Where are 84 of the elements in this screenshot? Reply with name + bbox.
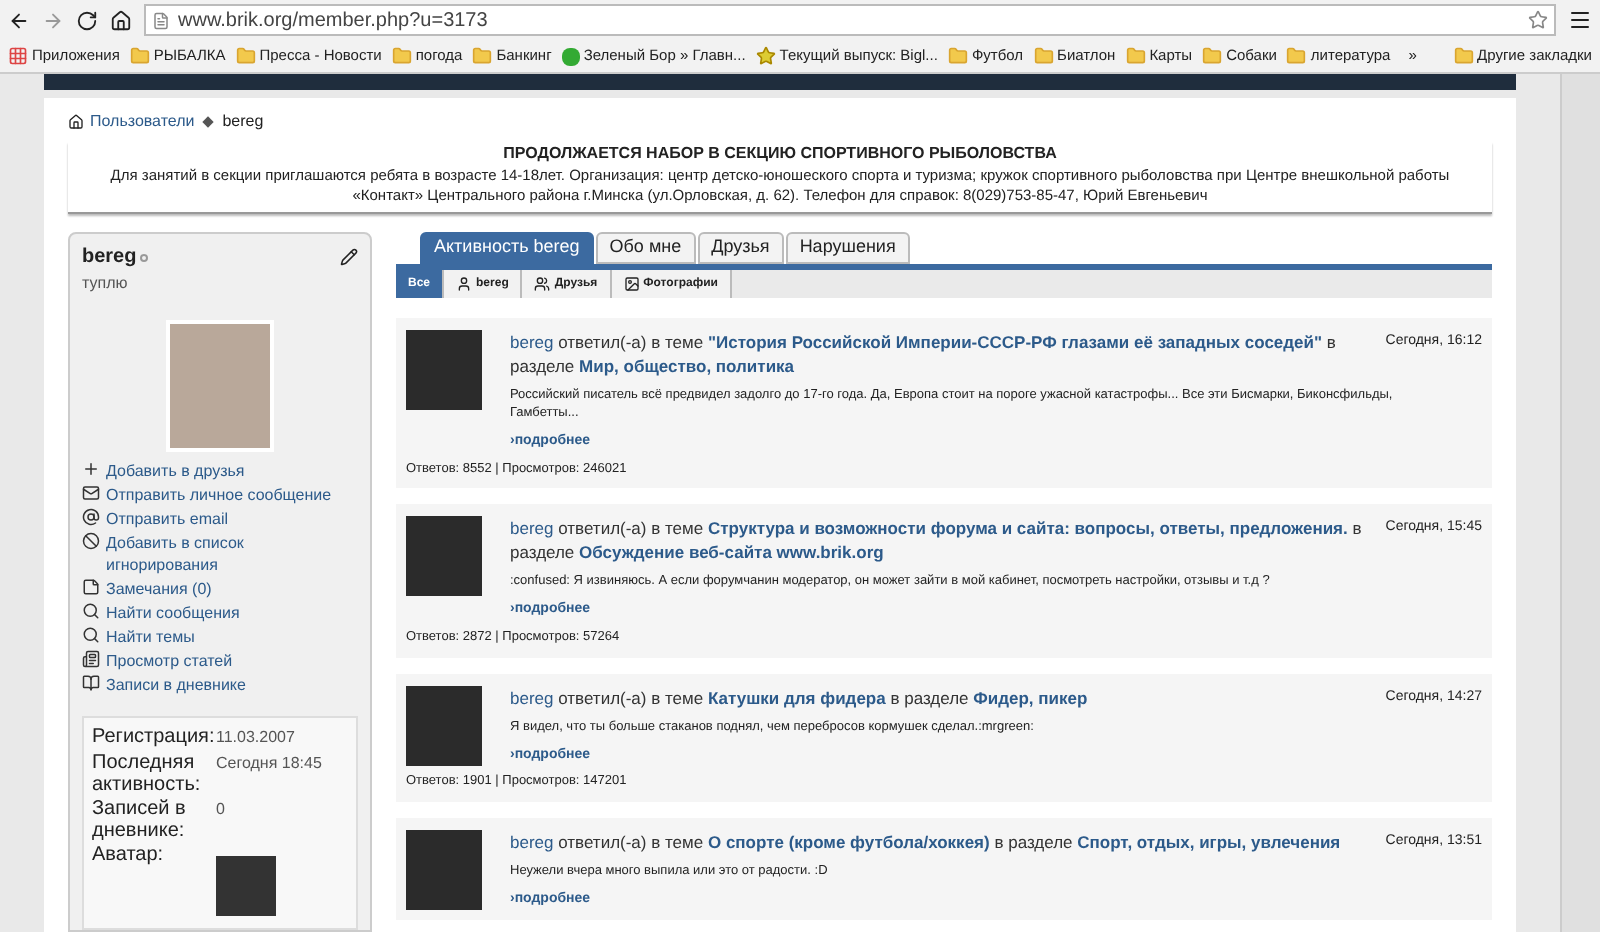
stat-value: Сегодня 18:45 [216,752,322,776]
image-icon [623,276,640,292]
newspaper-icon [82,650,100,668]
stat-label: Последняя активность: [92,752,203,796]
apps-icon [8,46,28,66]
profile-action-link[interactable]: Найти темы [82,626,358,648]
back-icon[interactable] [8,9,30,31]
address-bar[interactable]: www.brik.org/member.php?u=3173 [144,4,1556,36]
users-icon [534,276,551,292]
notice-title: ПРОДОЛЖАЕТСЯ НАБОР В СЕКЦИЮ СПОРТИВНОГО РЫБОЛОВСТВА [501,142,1059,166]
activity-header: bereg ответил(-а) в теме "История Российской Империи-СССР-РФ глазами её западных соседей" в разделе Мир, общество, политика [510,330,1338,378]
folder-icon [1125,46,1146,66]
profile-tab[interactable]: Друзья [697,232,784,264]
menu-icon[interactable] [1568,8,1592,32]
topic-link[interactable]: Обсуждение веб-сайта www.brik.org [579,542,884,563]
page-icon [152,11,170,29]
stat-value: 11.03.2007 [216,726,295,750]
user-icon [456,276,473,292]
breadcrumb-link[interactable]: Пользователи [90,110,195,134]
star-icon [755,46,776,66]
profile-action-link[interactable]: Записи в дневнике [82,674,358,696]
plus-icon [82,460,100,478]
status-icon [140,253,149,261]
activity-header: bereg ответил(-а) в теме О спорте (кроме футбола/хоккея) в разделе Спорт, отдых, игры, увлечения [510,829,1343,854]
stat-label: Записей в дневнике: [92,798,188,842]
topic-link[interactable]: bereg [510,332,554,352]
folder-icon [1453,46,1474,66]
home-icon[interactable] [110,9,132,31]
folder-icon [947,46,968,66]
profile-tab[interactable]: Нарушения [785,232,910,264]
stat-label: Аватар: [92,844,166,870]
book-icon [82,674,100,692]
breadcrumb-separator [202,116,215,128]
stat-value: 0 [216,798,225,822]
stat-label: Регистрация: [92,726,208,750]
profile-action-link[interactable]: Добавить в список игнорирования [82,532,358,576]
folder-icon [1286,46,1307,66]
profile-action-link[interactable]: Найти сообщения [82,602,358,624]
profile-action-link[interactable]: Отправить email [82,508,358,530]
note-icon [82,578,100,596]
site-icon [561,47,580,65]
topic-link[interactable]: bereg [510,518,554,539]
folder-icon [1033,46,1054,66]
profile-action-link[interactable]: Замечания (0) [82,578,358,600]
folder-icon [1202,46,1223,66]
user-title: туплю [82,272,130,296]
topic-link[interactable]: Катушки для фидера [707,687,886,707]
avatar-placeholder [406,516,482,597]
bookmark-star-icon[interactable] [1528,10,1548,30]
topic-link[interactable]: "История Российской Империи-СССР-РФ глазами её западных соседей" [707,332,1323,352]
scrollbar[interactable] [1560,74,1600,932]
folder-icon [235,46,256,66]
username: bereg [82,244,137,272]
profile-action-link[interactable]: Отправить личное сообщение [82,484,358,506]
block-icon [82,532,100,550]
edit-icon[interactable] [340,248,358,266]
forward-icon[interactable] [42,9,64,31]
home-icon[interactable] [68,114,84,130]
topic-link[interactable]: Структура и возможности форума и сайта: вопросы, ответы, предложения. [707,518,1348,539]
topic-link[interactable]: bereg [510,831,554,852]
profile-photo-placeholder [166,320,274,452]
avatar-placeholder [216,856,276,916]
search-icon [82,626,100,644]
reload-icon[interactable] [76,9,98,31]
profile-action-link[interactable]: Добавить в друзья [82,460,358,482]
topic-link[interactable]: bereg [510,687,554,707]
topic-link[interactable]: Фидер, пикер [973,687,1088,707]
profile-tab[interactable]: Активность bereg [420,232,594,264]
folder-icon [472,46,493,66]
folder-icon [391,46,412,66]
activity-header: bereg ответил(-а) в теме Структура и возможности форума и сайта: вопросы, ответы, предложения. в разделе Обсуждение веб-сайта www.brik.org [510,516,1364,565]
avatar-placeholder [406,330,482,410]
topic-link[interactable]: Спорт, отдых, игры, увлечения [1077,831,1341,852]
search-icon [82,602,100,620]
folder-icon [129,46,150,66]
avatar-placeholder [406,685,482,765]
profile-action-link[interactable]: Просмотр статей [82,650,358,672]
profile-tab[interactable]: Обо мне [595,232,696,264]
topic-link[interactable]: О спорте (кроме футбола/хоккея) [707,831,990,852]
at-sign-icon [82,508,100,526]
topic-link[interactable]: Мир, общество, политика [579,356,795,376]
activity-header: bereg ответил(-а) в теме Катушки для фидера в разделе Фидер, пикер [510,685,1090,709]
avatar-placeholder [406,829,482,910]
envelope-icon [82,484,100,502]
